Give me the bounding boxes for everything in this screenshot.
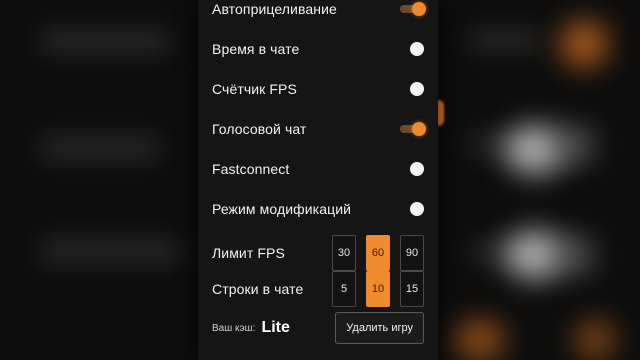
fastconnect-toggle[interactable] xyxy=(400,162,424,176)
setting-label: Режим модификаций xyxy=(212,201,352,217)
setting-label: Время в чате xyxy=(212,41,300,57)
fps-counter-toggle[interactable] xyxy=(400,82,424,96)
delete-game-button[interactable]: Удалить игру xyxy=(335,312,424,344)
cache-value: Lite xyxy=(261,319,290,336)
setting-row-voice-chat: Голосовой чат xyxy=(212,117,426,141)
cache-label: Ваш кэш: xyxy=(212,322,256,334)
setting-row-chat-time: Время в чате xyxy=(212,37,424,61)
setting-label: Голосовой чат xyxy=(212,121,307,137)
setting-row-fps-limit: Лимит FPS 30 60 90 xyxy=(212,235,424,271)
setting-label: Счётчик FPS xyxy=(212,81,297,97)
fps-option-60[interactable]: 60 xyxy=(366,235,390,271)
settings-panel: Автоприцеливание Время в чате Счётчик FP… xyxy=(198,0,438,360)
mods-mode-toggle[interactable] xyxy=(400,202,424,216)
setting-label: Строки в чате xyxy=(212,281,304,297)
chat-lines-option-5[interactable]: 5 xyxy=(332,271,356,307)
panel-footer: Ваш кэш: Lite Удалить игру xyxy=(212,312,424,344)
setting-row-mods-mode: Режим модификаций xyxy=(212,197,424,221)
autoaim-toggle[interactable] xyxy=(400,2,426,16)
chat-lines-options: 5 10 15 xyxy=(332,271,424,307)
fps-option-90[interactable]: 90 xyxy=(400,235,424,271)
setting-row-autoaim: Автоприцеливание xyxy=(212,0,426,21)
chat-lines-option-15[interactable]: 15 xyxy=(400,271,424,307)
voice-chat-toggle[interactable] xyxy=(400,122,426,136)
setting-label: Лимит FPS xyxy=(212,245,285,261)
setting-label: Автоприцеливание xyxy=(212,1,337,17)
setting-row-chat-lines: Строки в чате 5 10 15 xyxy=(212,271,424,307)
fps-option-30[interactable]: 30 xyxy=(332,235,356,271)
chat-lines-option-10[interactable]: 10 xyxy=(366,271,390,307)
chat-time-toggle[interactable] xyxy=(400,42,424,56)
setting-label: Fastconnect xyxy=(212,161,290,177)
setting-row-fps-counter: Счётчик FPS xyxy=(212,77,424,101)
fps-limit-options: 30 60 90 xyxy=(332,235,424,271)
setting-row-fastconnect: Fastconnect xyxy=(212,157,424,181)
